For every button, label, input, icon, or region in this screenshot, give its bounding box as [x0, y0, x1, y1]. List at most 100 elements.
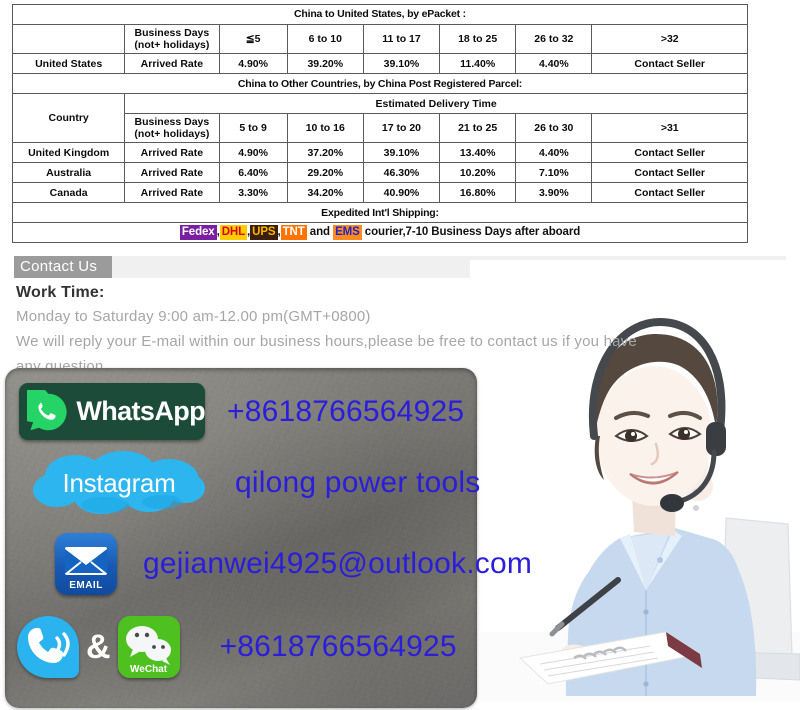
uk-metric: Arrived Rate [124, 142, 220, 164]
ca-rate-5: Contact Seller [591, 182, 748, 204]
contact-row-wechat[interactable]: & WeChat +8618766564925 [17, 616, 457, 678]
wechat-number[interactable]: +8618766564925 [220, 630, 457, 664]
courier-tail-text: courier,7-10 Business Days after aboard [364, 226, 581, 239]
whatsapp-label: WhatsApp [76, 396, 205, 426]
business-days-sublabel: (not+ holidays) [134, 39, 210, 52]
us-rate-0: 4.90% [218, 53, 288, 75]
business-days-label: Business Days [134, 27, 210, 39]
us-range-3: 18 to 25 [439, 23, 517, 55]
courier-line: Fedex, DHL, UPS, TNT and EMS courier,7-10 B… [179, 225, 581, 241]
courier-badge-ups: UPS [250, 225, 278, 241]
ca-rate-0: 3.30% [218, 182, 288, 204]
us-rate-1: 39.20% [286, 53, 364, 75]
us-rate-5: Contact Seller [591, 53, 748, 75]
us-rate-2: 39.10% [362, 53, 441, 75]
email-label: EMAIL [69, 580, 103, 591]
whatsapp-badge[interactable]: WhatsApp [19, 383, 206, 440]
contact-us-tab[interactable]: Contact Us [14, 256, 112, 278]
au-rate-0: 6.40% [218, 162, 288, 184]
business-days-sublabel-2: (not+ holidays) [134, 128, 210, 141]
instagram-cloud-badge[interactable]: Instagram [27, 450, 211, 516]
uk-rate-4: 4.40% [515, 142, 593, 164]
metric-label: Arrived Rate [124, 53, 220, 75]
ca-rate-2: 40.90% [362, 182, 441, 204]
contact-row-instagram[interactable]: Instagram qilong power tools [27, 450, 480, 516]
phone-call-icon[interactable] [17, 616, 79, 678]
courier-badge-tnt: TNT [280, 225, 307, 241]
other-range-5: >31 [591, 113, 748, 144]
handset-icon [28, 628, 70, 663]
wechat-icon[interactable]: WeChat [117, 616, 180, 678]
ca-rate-3: 16.80% [439, 182, 517, 204]
email-icon[interactable]: EMAIL [55, 533, 117, 595]
business-days-header: Business Days (not+ holidays) [124, 23, 220, 55]
table-row: Country Estimated Delivery Time [11, 93, 748, 144]
contact-us-section: Contact Us Work Time: Monday to Saturday… [0, 256, 800, 710]
us-range-4: 26 to 32 [515, 23, 593, 55]
empty-corner-cell [11, 23, 126, 55]
table-row: Canada Arrived Rate 3.30% 34.20% 40.90% … [11, 182, 748, 204]
us-range-2: 11 to 17 [362, 23, 441, 55]
section-title-other: China to Other Countries, by China Post … [12, 73, 748, 95]
shipping-table: China to United States, by ePacket : Bus… [11, 4, 748, 244]
courier-badge-fedex: Fedex [179, 225, 217, 241]
operator-illustration [470, 260, 800, 702]
email-address[interactable]: gejianwei4925@outlook.com [143, 547, 532, 581]
table-row: Fedex, DHL, UPS, TNT and EMS courier,7-10 B… [12, 222, 748, 244]
us-rate-3: 11.40% [439, 53, 517, 75]
contact-row-whatsapp[interactable]: WhatsApp +8618766564925 [19, 383, 464, 440]
estimated-delivery-time-header: Estimated Delivery Time [124, 93, 748, 115]
contact-row-email[interactable]: EMAIL gejianwei4925@outlook.com [55, 533, 532, 595]
au-rate-2: 46.30% [362, 162, 441, 184]
courier-badge-dhl: DHL [219, 225, 248, 241]
ca-metric: Arrived Rate [124, 182, 220, 204]
us-range-1: 6 to 10 [286, 23, 364, 55]
customer-service-photo [470, 260, 800, 702]
reply-policy-line-1: We will reply your E-mail within our bus… [16, 333, 637, 350]
business-days-header-2: Business Days (not+ holidays) [124, 113, 220, 144]
uk-rate-3: 13.40% [439, 142, 517, 164]
country-united-states: United States [11, 53, 126, 75]
us-range-5: >32 [591, 23, 748, 55]
work-time-hours: Monday to Saturday 9:00 am-12.00 pm(GMT+… [16, 308, 371, 325]
courier-list-cell: Fedex, DHL, UPS, TNT and EMS courier,7-10 B… [12, 222, 748, 244]
courier-and: and [309, 226, 330, 239]
whatsapp-number[interactable]: +8618766564925 [227, 395, 464, 429]
other-range-0: 5 to 9 [218, 113, 288, 144]
ampersand-separator: & [86, 628, 111, 666]
au-rate-3: 10.20% [439, 162, 517, 184]
shipping-info-table: China to United States, by ePacket : Bus… [11, 4, 748, 244]
section-title-expedited: Expedited Int'l Shipping: [12, 202, 748, 224]
ca-rate-4: 3.90% [515, 182, 593, 204]
instagram-handle[interactable]: qilong power tools [235, 466, 480, 500]
au-rate-4: 7.10% [515, 162, 593, 184]
table-row: United Kingdom Arrived Rate 4.90% 37.20%… [11, 142, 748, 164]
uk-rate-2: 39.10% [362, 142, 441, 164]
work-time-title: Work Time: [16, 284, 105, 301]
other-range-3: 21 to 25 [439, 113, 517, 144]
other-range-1: 10 to 16 [286, 113, 364, 144]
business-days-label-2: Business Days [134, 116, 210, 129]
uk-rate-5: Contact Seller [591, 142, 748, 164]
uk-rate-1: 37.20% [286, 142, 364, 164]
country-united-kingdom: United Kingdom [11, 142, 126, 164]
country-column-header: Country [11, 93, 126, 144]
au-rate-1: 29.20% [286, 162, 364, 184]
section-title-us: China to United States, by ePacket : [12, 4, 748, 25]
table-row: China to United States, by ePacket : [12, 4, 748, 25]
table-row: Expedited Int'l Shipping: [12, 202, 748, 224]
wechat-label: WeChat [130, 664, 168, 675]
us-range-0: ≦5 [218, 23, 288, 55]
table-row: China to Other Countries, by China Post … [12, 73, 748, 95]
instagram-label: Instagram [62, 467, 176, 498]
table-row: Australia Arrived Rate 6.40% 29.20% 46.3… [11, 162, 748, 184]
other-range-2: 17 to 20 [362, 113, 441, 144]
ca-rate-1: 34.20% [286, 182, 364, 204]
other-range-4: 26 to 30 [515, 113, 593, 144]
country-australia: Australia [11, 162, 126, 184]
contact-methods-panel: WhatsApp +8618766564925 Instagram qilong… [5, 368, 532, 708]
au-metric: Arrived Rate [124, 162, 220, 184]
country-canada: Canada [11, 182, 126, 204]
us-rate-4: 4.40% [515, 53, 593, 75]
uk-rate-0: 4.90% [218, 142, 288, 164]
